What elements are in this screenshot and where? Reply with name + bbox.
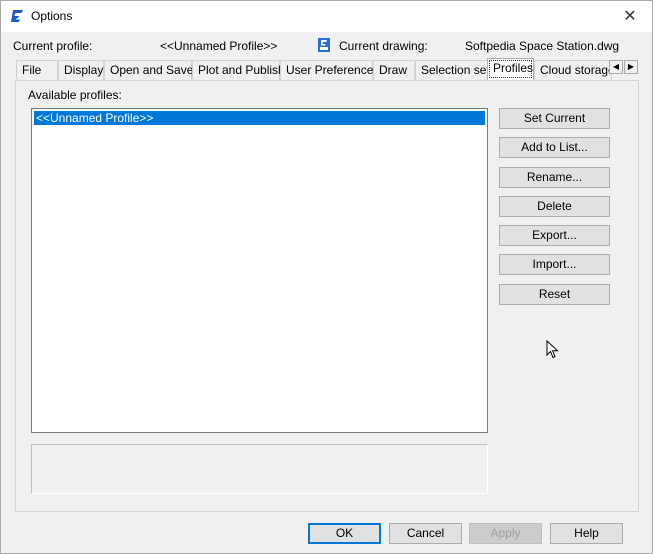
close-button[interactable]: ✕ (608, 1, 652, 31)
profile-info-row: Current profile: <<Unnamed Profile>> Cur… (13, 38, 643, 56)
arrow-right-icon: ▶ (627, 62, 635, 71)
window-title: Options (31, 9, 73, 23)
mouse-cursor-icon (546, 340, 559, 359)
set-current-button[interactable]: Set Current (499, 108, 610, 129)
tab-draw[interactable]: Draw (373, 60, 415, 80)
tab-user-preferences[interactable]: User Preferences (280, 60, 379, 80)
tab-cloud-storage[interactable]: Cloud storage (534, 60, 615, 80)
available-profiles-label: Available profiles: (28, 88, 122, 102)
help-button[interactable]: Help (550, 523, 623, 544)
tab-file[interactable]: File (16, 60, 58, 80)
list-item[interactable]: <<Unnamed Profile>> (34, 111, 485, 125)
profiles-panel: Available profiles: <<Unnamed Profile>> … (15, 80, 639, 512)
app-logo-icon (11, 10, 23, 22)
import-button[interactable]: Import... (499, 254, 610, 275)
current-profile-label: Current profile: (13, 39, 93, 53)
tab-strip: File Display Open and Save Plot and Publ… (16, 58, 641, 80)
tab-profiles[interactable]: Profiles (487, 58, 534, 80)
profiles-listbox[interactable]: <<Unnamed Profile>> (31, 108, 488, 433)
cancel-button[interactable]: Cancel (389, 523, 462, 544)
drawing-file-icon (318, 38, 330, 52)
tab-scroll-right-button[interactable]: ▶ (624, 60, 638, 74)
tab-open-and-save[interactable]: Open and Save (104, 60, 193, 80)
tab-display[interactable]: Display (58, 60, 104, 80)
delete-button[interactable]: Delete (499, 196, 610, 217)
apply-button[interactable]: Apply (469, 523, 542, 544)
current-drawing-value: Softpedia Space Station.dwg (465, 39, 620, 53)
add-to-list-button[interactable]: Add to List... (499, 137, 610, 158)
ok-button[interactable]: OK (308, 523, 381, 544)
current-drawing-label: Current drawing: (339, 39, 428, 53)
export-button[interactable]: Export... (499, 225, 610, 246)
tab-scroll-left-button[interactable]: ◀ (609, 60, 623, 74)
rename-button[interactable]: Rename... (499, 167, 610, 188)
tab-selection-set[interactable]: Selection set (415, 60, 490, 80)
close-icon: ✕ (623, 8, 637, 25)
options-dialog: Options ✕ Current profile: <<Unnamed Pro… (0, 0, 653, 554)
reset-button[interactable]: Reset (499, 284, 610, 305)
current-profile-value: <<Unnamed Profile>> (160, 39, 278, 53)
arrow-left-icon: ◀ (612, 62, 620, 71)
title-bar: Options ✕ (1, 1, 652, 32)
profile-description-box (31, 444, 488, 494)
tab-plot-and-publish[interactable]: Plot and Publish (192, 60, 285, 80)
